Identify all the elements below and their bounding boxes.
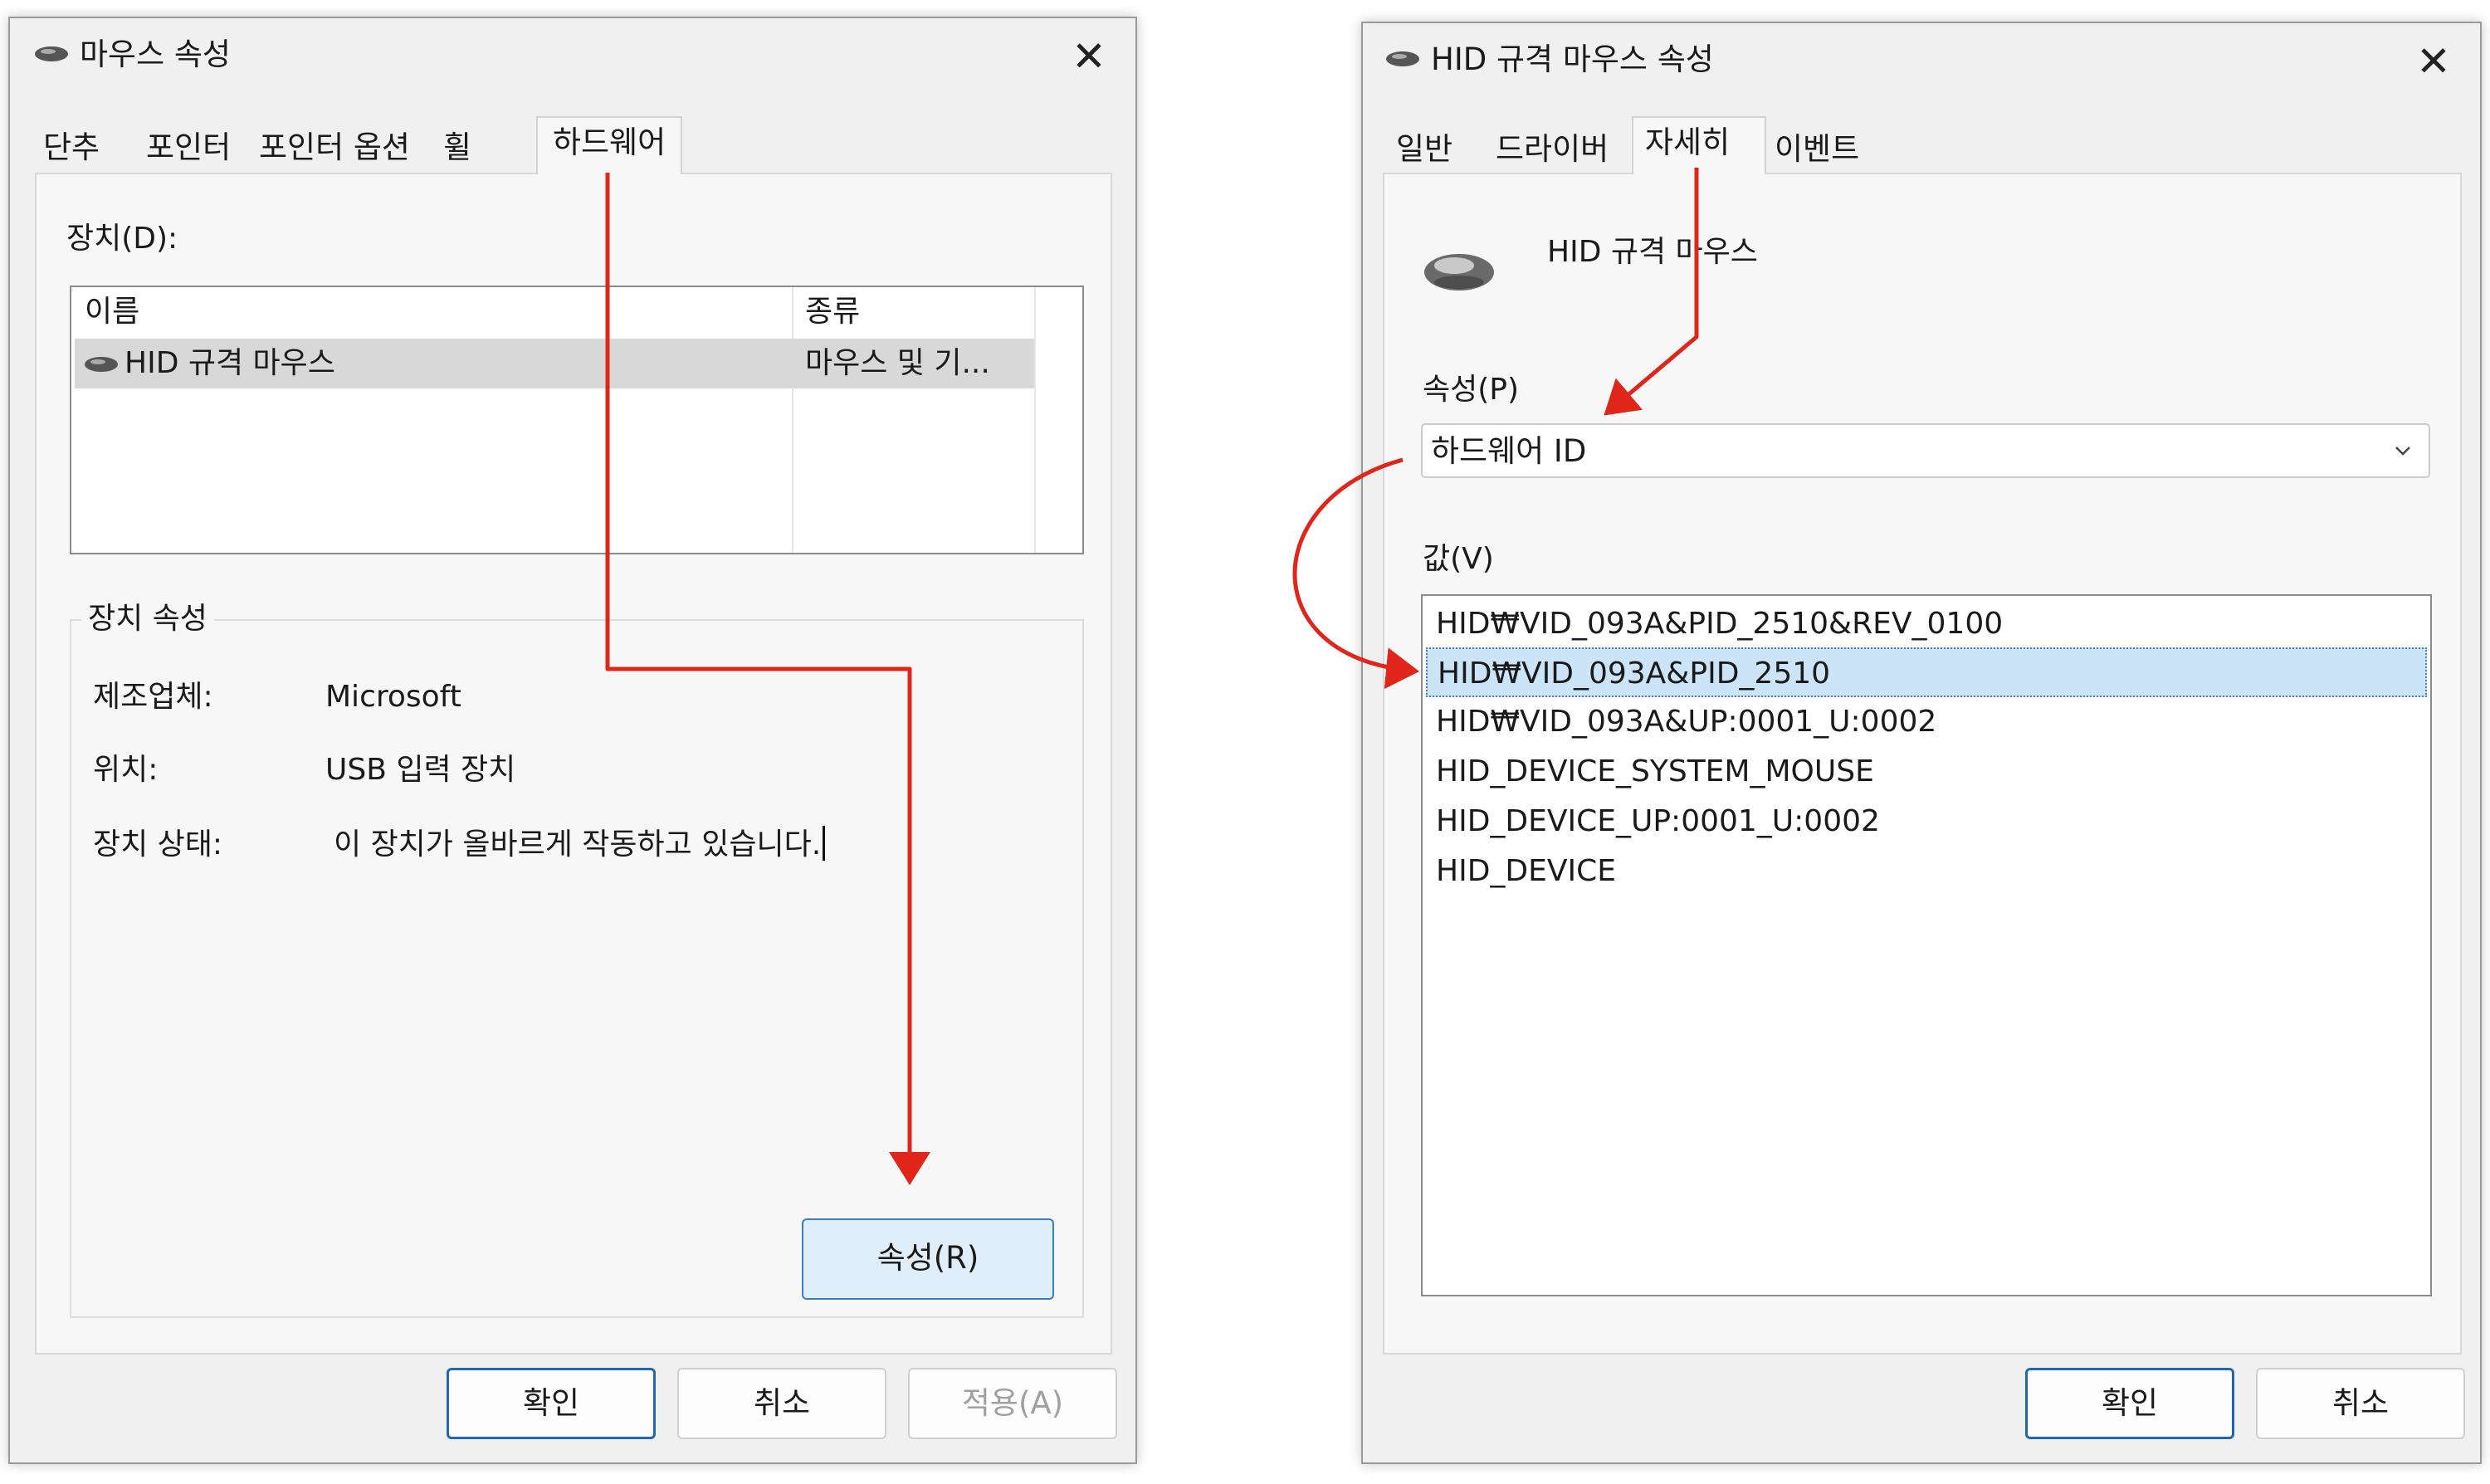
tab-events[interactable]: 이벤트 <box>1775 124 1859 174</box>
mouse-icon <box>35 46 68 61</box>
list-item[interactable]: HID_DEVICE_UP:0001_U:0002 <box>1436 797 2427 847</box>
cancel-button[interactable]: 취소 <box>2256 1368 2465 1439</box>
ok-button[interactable]: 확인 <box>447 1368 656 1439</box>
dialog-title: 마우스 속성 <box>80 37 231 72</box>
device-status-field[interactable]: 이 장치가 올바르게 작동하고 있습니다. <box>334 825 826 865</box>
manufacturer-value: Microsoft <box>325 680 461 714</box>
table-row[interactable]: HID 규격 마우스 마우스 및 기... <box>75 339 1034 388</box>
group-legend: 장치 속성 <box>81 599 214 639</box>
column-separator <box>1034 287 1036 553</box>
ok-button[interactable]: 확인 <box>2025 1368 2234 1439</box>
column-separator <box>792 287 793 553</box>
tab-driver[interactable]: 드라이버 <box>1496 124 1609 174</box>
column-header-type[interactable]: 종류 <box>805 292 860 332</box>
dialog-title: HID 규격 마우스 속성 <box>1431 41 1714 77</box>
list-item[interactable]: HID₩VID_093A&PID_2510&REV_0100 <box>1436 599 2427 649</box>
tab-hardware[interactable]: 하드웨어 <box>536 116 682 174</box>
column-header-name[interactable]: 이름 <box>85 292 139 332</box>
mouse-icon <box>1386 51 1419 66</box>
tab-wheel[interactable]: 휠 <box>443 123 471 173</box>
location-value: USB 입력 장치 <box>325 753 516 787</box>
close-icon: ✕ <box>1072 32 1106 81</box>
mouse-icon <box>1424 254 1494 290</box>
device-name: HID 규격 마우스 <box>1547 235 1758 269</box>
device-properties-group: 장치 속성 제조업체: Microsoft 위치: USB 입력 장치 장치 상… <box>70 599 1084 1318</box>
device-status-value: 이 장치가 올바르게 작동하고 있습니다. <box>334 827 822 862</box>
close-button[interactable]: ✕ <box>1062 30 1116 83</box>
mouse-properties-dialog: 마우스 속성 ✕ 단추 포인터 포인터 옵션 휠 하드웨어 장치(D): 이름 … <box>8 17 1137 1464</box>
tab-panel-details: HID 규격 마우스 속성(P) 하드웨어 ID 값(V) HID₩VID_09… <box>1383 173 2462 1355</box>
chevron-down-icon <box>2395 447 2410 456</box>
mouse-icon <box>85 357 118 372</box>
apply-button: 적용(A) <box>908 1368 1117 1439</box>
tab-details[interactable]: 자세히 <box>1632 116 1766 174</box>
device-status-label: 장치 상태: <box>93 827 223 862</box>
property-dropdown-value: 하드웨어 ID <box>1431 433 1587 469</box>
title-bar: HID 규격 마우스 속성 ✕ <box>1363 23 2480 100</box>
close-icon: ✕ <box>2416 37 2451 85</box>
location-label: 위치: <box>93 753 159 787</box>
properties-button[interactable]: 속성(R) <box>802 1218 1054 1300</box>
text-caret <box>823 826 826 861</box>
list-item-selected[interactable]: HID₩VID_093A&PID_2510 <box>1426 647 2427 697</box>
title-bar: 마우스 속성 ✕ <box>10 18 1135 95</box>
device-list[interactable]: 이름 종류 HID 규격 마우스 마우스 및 기... <box>70 286 1084 554</box>
property-dropdown[interactable]: 하드웨어 ID <box>1421 423 2430 478</box>
value-label: 값(V) <box>1423 542 1494 576</box>
list-item[interactable]: HID₩VID_093A&UP:0001_U:0002 <box>1436 697 2427 747</box>
value-list[interactable]: HID₩VID_093A&PID_2510&REV_0100 HID₩VID_0… <box>1421 594 2432 1296</box>
tab-panel-hardware: 장치(D): 이름 종류 HID 규격 마우스 마우스 및 기... 장치 속성… <box>35 173 1112 1355</box>
devices-label: 장치(D): <box>66 222 178 256</box>
cancel-button[interactable]: 취소 <box>677 1368 886 1439</box>
device-name-cell: HID 규격 마우스 <box>124 346 335 380</box>
device-type-cell: 마우스 및 기... <box>805 346 990 380</box>
close-button[interactable]: ✕ <box>2407 35 2460 88</box>
tab-buttons[interactable]: 단추 <box>43 123 100 173</box>
manufacturer-label: 제조업체: <box>93 680 213 714</box>
hid-mouse-properties-dialog: HID 규격 마우스 속성 ✕ 일반 드라이버 자세히 이벤트 HID 규격 마… <box>1361 22 2482 1464</box>
list-item[interactable]: HID_DEVICE <box>1436 847 2427 896</box>
tab-pointer-options[interactable]: 포인터 옵션 <box>259 123 410 173</box>
tab-general[interactable]: 일반 <box>1396 124 1452 174</box>
property-label: 속성(P) <box>1423 373 1520 407</box>
list-item[interactable]: HID_DEVICE_SYSTEM_MOUSE <box>1436 747 2427 797</box>
tab-pointers[interactable]: 포인터 <box>146 123 231 173</box>
